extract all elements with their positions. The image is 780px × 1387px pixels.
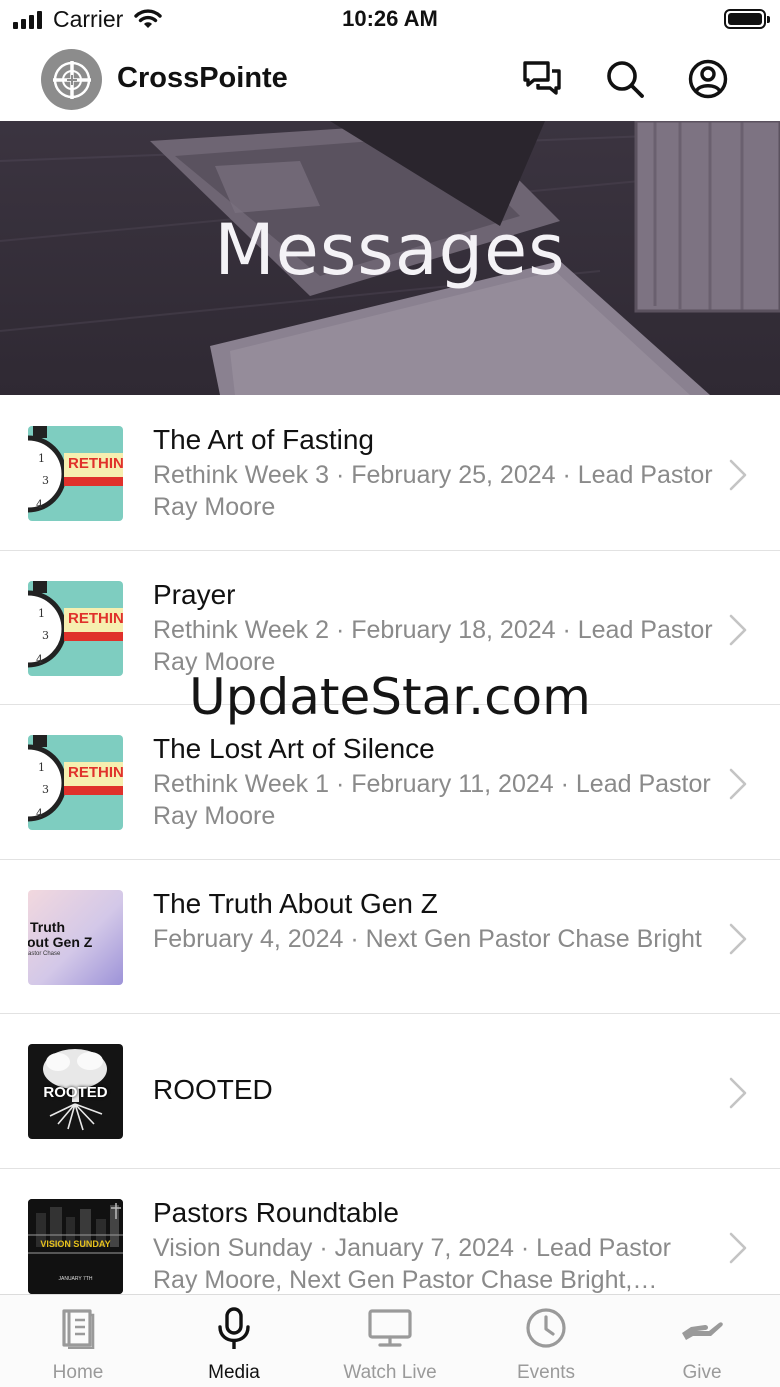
- profile-icon[interactable]: [687, 58, 729, 100]
- microphone-icon: [156, 1307, 312, 1351]
- thumbnail-text: ROOTED: [43, 1084, 108, 1101]
- svg-text:1: 1: [38, 761, 45, 774]
- thumbnail-text: Truth: [30, 918, 65, 935]
- watermark: UpdateStar.com: [189, 668, 591, 726]
- tab-label: Home: [52, 1362, 104, 1383]
- series-thumbnail-rethink: 1 3 4 RETHIN: [28, 735, 123, 830]
- search-icon[interactable]: [604, 58, 646, 100]
- message-title: Prayer: [153, 578, 236, 610]
- thumbnail-text: JANUARY 7TH: [58, 1275, 93, 1282]
- series-thumbnail-vision-sunday: VISION SUNDAY JANUARY 7TH: [28, 1198, 123, 1294]
- chevron-right-icon: [729, 614, 747, 645]
- list-item[interactable]: VISION SUNDAY JANUARY 7TH Pastors Roundt…: [0, 1169, 780, 1295]
- svg-text:3: 3: [42, 783, 49, 796]
- svg-text:4: 4: [36, 498, 43, 511]
- message-title: Pastors Roundtable: [153, 1196, 399, 1228]
- svg-text:3: 3: [42, 474, 49, 487]
- chevron-right-icon: [729, 1232, 747, 1263]
- svg-text:1: 1: [38, 607, 45, 620]
- tab-media[interactable]: Media: [156, 1295, 312, 1387]
- list-item[interactable]: Truth out Gen Z astor Chase The Truth Ab…: [0, 860, 780, 1014]
- message-title: ROOTED: [153, 1074, 273, 1105]
- app-header: CrossPointe: [0, 40, 780, 121]
- giving-hand-icon: [624, 1307, 780, 1349]
- book-icon: [0, 1307, 156, 1349]
- svg-text:4: 4: [36, 653, 43, 666]
- app-title: CrossPointe: [117, 62, 288, 94]
- thumbnail-text: RETHIN: [68, 609, 123, 627]
- hero-title: Messages: [214, 209, 566, 291]
- tab-home[interactable]: Home: [0, 1295, 156, 1387]
- cross-logo-icon: [52, 60, 91, 99]
- series-thumbnail-rooted: ROOTED: [28, 1044, 123, 1139]
- battery-icon: [724, 9, 770, 29]
- svg-text:1: 1: [38, 452, 45, 465]
- message-subtitle: February 4, 2024 · Next Gen Pastor Chase…: [153, 924, 702, 953]
- series-thumbnail-rethink: 1 3 4 RETHIN: [28, 426, 123, 521]
- chevron-right-icon: [729, 1077, 747, 1109]
- series-thumbnail-gen-z: Truth out Gen Z astor Chase: [28, 889, 123, 985]
- message-subtitle: Vision Sunday · January 7, 2024 · Lead P…: [153, 1233, 671, 1294]
- tab-label: Events: [516, 1362, 576, 1383]
- thumbnail-text: astor Chase: [28, 950, 61, 957]
- hero-banner: Messages: [0, 121, 780, 395]
- tab-label: Give: [682, 1362, 722, 1383]
- chevron-right-icon: [729, 459, 747, 491]
- tab-watch-live[interactable]: Watch Live: [312, 1295, 468, 1387]
- chat-bubbles-icon[interactable]: [521, 58, 563, 100]
- church-logo[interactable]: [41, 49, 102, 110]
- thumbnail-text: VISION SUNDAY: [40, 1238, 111, 1249]
- series-thumbnail-rethink: 1 3 4 RETHIN: [28, 580, 123, 676]
- thumbnail-text: out Gen Z: [28, 933, 93, 950]
- thumbnail-text: RETHIN: [68, 764, 123, 781]
- clock-icon: [468, 1307, 624, 1349]
- thumbnail-text: RETHIN: [68, 455, 123, 472]
- list-item[interactable]: 1 3 4 RETHIN The Lost Art of Silence Ret…: [0, 705, 780, 860]
- bottom-tab-bar: Home Media Watch Live Events Give: [0, 1294, 780, 1387]
- svg-text:4: 4: [36, 807, 43, 820]
- message-subtitle: Rethink Week 1 · February 11, 2024 · Lea…: [153, 770, 711, 830]
- message-title: The Truth About Gen Z: [153, 887, 438, 919]
- tab-give[interactable]: Give: [624, 1295, 780, 1387]
- chevron-right-icon: [729, 768, 747, 800]
- status-time: 10:26 AM: [342, 6, 438, 31]
- status-bar: Carrier 10:26 AM: [0, 0, 780, 40]
- tab-label: Media: [208, 1362, 260, 1383]
- monitor-icon: [312, 1307, 468, 1349]
- message-title: The Lost Art of Silence: [153, 733, 435, 764]
- message-subtitle: Rethink Week 3 · February 25, 2024 · Lea…: [153, 461, 713, 521]
- tab-label: Watch Live: [343, 1362, 437, 1383]
- list-item[interactable]: 1 3 4 RETHIN The Art of Fasting Rethink …: [0, 396, 780, 551]
- message-list: 1 3 4 RETHIN The Art of Fasting Rethink …: [0, 396, 780, 1294]
- tab-events[interactable]: Events: [468, 1295, 624, 1387]
- svg-text:3: 3: [42, 629, 49, 642]
- chevron-right-icon: [729, 923, 747, 954]
- list-item[interactable]: ROOTED ROOTED: [0, 1014, 780, 1169]
- message-title: The Art of Fasting: [153, 424, 374, 455]
